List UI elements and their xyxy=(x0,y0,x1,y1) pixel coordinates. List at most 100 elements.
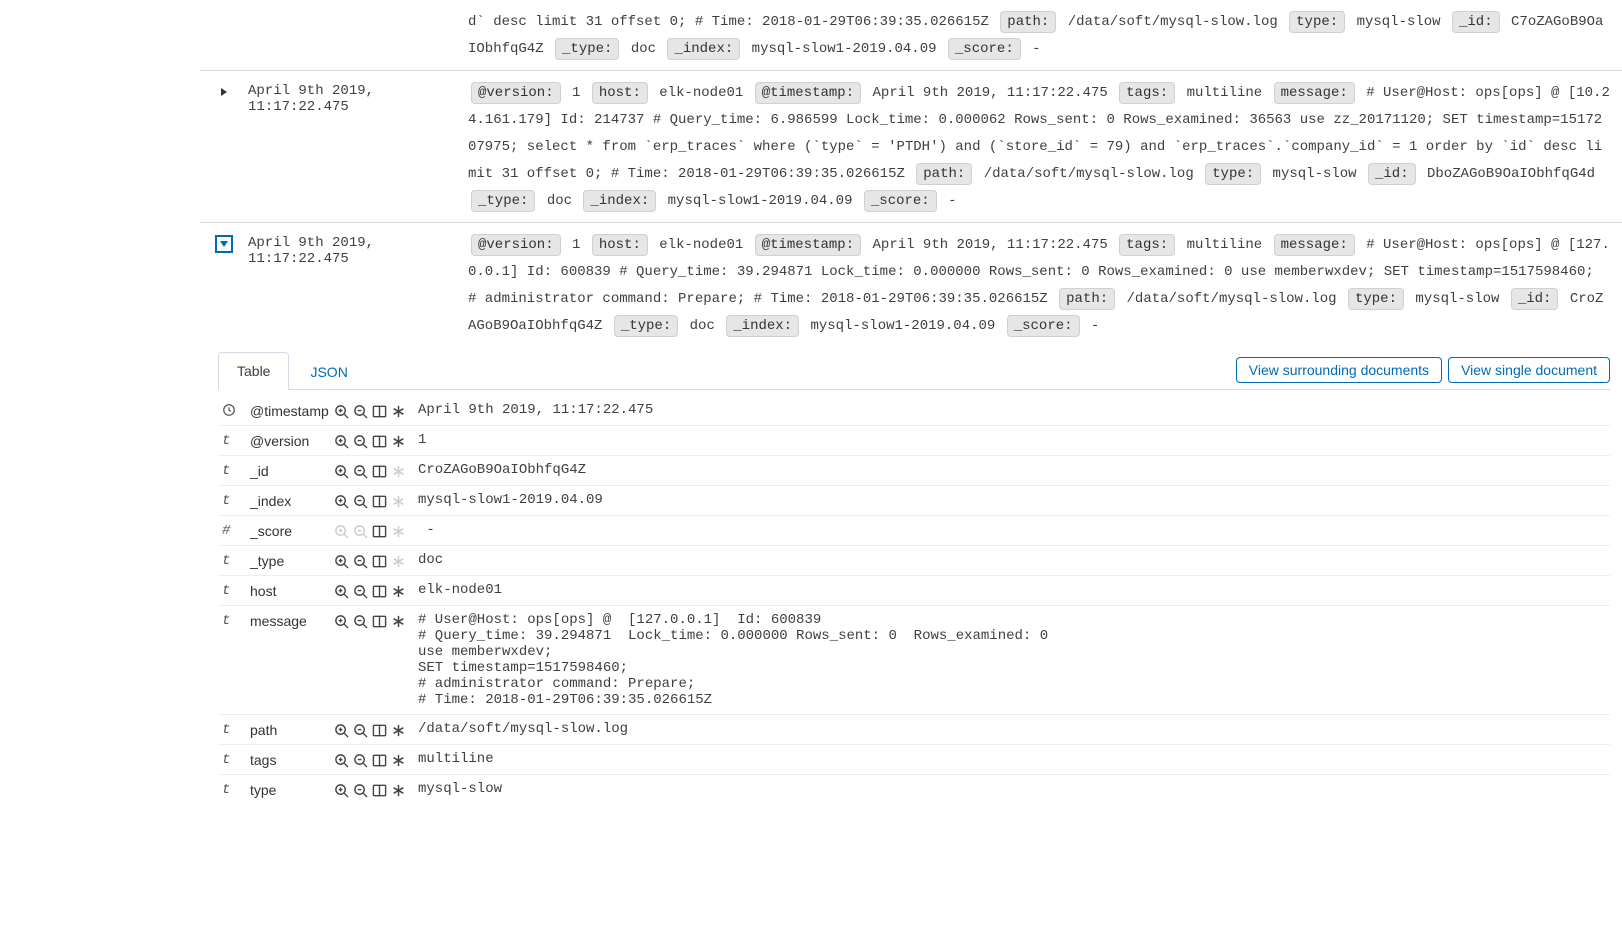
filter-for-value-icon[interactable] xyxy=(334,783,349,798)
source-field-value: 1 xyxy=(564,85,589,101)
document-row: April 9th 2019, 11:17:22.475@version: 1 … xyxy=(200,222,1622,347)
field-actions xyxy=(334,582,418,599)
filter-exists-icon[interactable] xyxy=(391,783,406,798)
field-name: message xyxy=(250,612,334,629)
filter-exists-icon[interactable] xyxy=(391,753,406,768)
source-field-key: tags: xyxy=(1119,82,1175,104)
document-row: April 9th 2019, 11:17:22.475@version: 1 … xyxy=(200,70,1622,222)
field-name: _id xyxy=(250,462,334,479)
source-field-value: April 9th 2019, 11:17:22.475 xyxy=(864,85,1116,101)
filter-out-value-icon[interactable] xyxy=(353,404,368,419)
filter-for-value-icon[interactable] xyxy=(334,494,349,509)
filter-exists-icon[interactable] xyxy=(391,434,406,449)
field-value: mysql-slow xyxy=(418,781,1606,797)
filter-for-value-icon[interactable] xyxy=(334,554,349,569)
filter-exists-icon[interactable] xyxy=(391,723,406,738)
field-value: CroZAGoB9OaIObhfqG4Z xyxy=(418,462,1606,478)
field-name: @timestamp xyxy=(250,402,334,419)
field-actions xyxy=(334,492,418,509)
filter-out-value-icon[interactable] xyxy=(353,554,368,569)
filter-exists-icon[interactable] xyxy=(391,584,406,599)
filter-for-value-icon[interactable] xyxy=(334,434,349,449)
toggle-column-icon[interactable] xyxy=(372,723,387,738)
source-field-value: /data/soft/mysql-slow.log xyxy=(1118,291,1345,307)
filter-exists-icon xyxy=(391,494,406,509)
field-type-icon: t xyxy=(222,462,250,479)
source-field-value: April 9th 2019, 11:17:22.475 xyxy=(864,237,1116,253)
expand-toggle[interactable] xyxy=(215,83,233,101)
field-type-icon: t xyxy=(222,781,250,798)
source-field-value: d` desc limit 31 offset 0; # Time: 2018-… xyxy=(468,14,997,30)
field-type-icon: t xyxy=(222,721,250,738)
source-field-value: /data/soft/mysql-slow.log xyxy=(1059,14,1286,30)
toggle-column-icon[interactable] xyxy=(372,753,387,768)
filter-for-value-icon[interactable] xyxy=(334,614,349,629)
field-row: ttypemysql-slow xyxy=(218,774,1610,804)
source-field-key: _type: xyxy=(555,38,619,60)
filter-for-value-icon xyxy=(334,524,349,539)
collapse-toggle[interactable] xyxy=(215,235,233,253)
filter-out-value-icon[interactable] xyxy=(353,614,368,629)
field-row: t@version1 xyxy=(218,425,1610,455)
source-field-value: - xyxy=(1083,318,1100,334)
field-value: mysql-slow1-2019.04.09 xyxy=(418,492,1606,508)
tab-table[interactable]: Table xyxy=(218,352,289,390)
view-single-document-button[interactable]: View single document xyxy=(1448,357,1610,383)
source-field-value: mysql-slow xyxy=(1348,14,1449,30)
source-field-key: _id: xyxy=(1452,11,1500,33)
field-value: /data/soft/mysql-slow.log xyxy=(418,721,1606,737)
toggle-column-icon[interactable] xyxy=(372,494,387,509)
timestamp-cell: April 9th 2019, 11:17:22.475 xyxy=(248,231,468,339)
filter-out-value-icon[interactable] xyxy=(353,584,368,599)
toggle-column-icon[interactable] xyxy=(372,524,387,539)
toggle-column-icon[interactable] xyxy=(372,434,387,449)
timestamp-cell xyxy=(248,8,468,62)
view-surrounding-documents-button[interactable]: View surrounding documents xyxy=(1236,357,1442,383)
source-field-value: elk-node01 xyxy=(651,85,752,101)
field-type-icon: t xyxy=(222,432,250,449)
filter-for-value-icon[interactable] xyxy=(334,753,349,768)
toggle-column-icon[interactable] xyxy=(372,614,387,629)
source-field-value: elk-node01 xyxy=(651,237,752,253)
source-field-key: message: xyxy=(1274,234,1355,256)
toggle-column-icon[interactable] xyxy=(372,554,387,569)
field-row: t_indexmysql-slow1-2019.04.09 xyxy=(218,485,1610,515)
field-value: 1 xyxy=(418,432,1606,448)
source-field-key: _index: xyxy=(667,38,740,60)
filter-for-value-icon[interactable] xyxy=(334,584,349,599)
filter-out-value-icon[interactable] xyxy=(353,753,368,768)
source-field-key: message: xyxy=(1274,82,1355,104)
filter-for-value-icon[interactable] xyxy=(334,404,349,419)
source-field-key: path: xyxy=(916,163,972,185)
filter-out-value-icon[interactable] xyxy=(353,434,368,449)
filter-out-value-icon[interactable] xyxy=(353,783,368,798)
field-value: elk-node01 xyxy=(418,582,1606,598)
field-name: _type xyxy=(250,552,334,569)
filter-out-value-icon[interactable] xyxy=(353,464,368,479)
source-field-value: mysql-slow1-2019.04.09 xyxy=(743,41,945,57)
source-cell: @version: 1 host: elk-node01 @timestamp:… xyxy=(468,231,1622,339)
filter-exists-icon[interactable] xyxy=(391,404,406,419)
source-field-key: host: xyxy=(592,82,648,104)
tab-json[interactable]: JSON xyxy=(291,353,366,390)
filter-exists-icon[interactable] xyxy=(391,614,406,629)
filter-out-value-icon[interactable] xyxy=(353,494,368,509)
filter-out-value-icon[interactable] xyxy=(353,723,368,738)
filter-for-value-icon[interactable] xyxy=(334,464,349,479)
source-field-value: /data/soft/mysql-slow.log xyxy=(975,166,1202,182)
source-field-value: mysql-slow xyxy=(1407,291,1508,307)
source-field-value: mysql-slow1-2019.04.09 xyxy=(659,193,861,209)
source-field-value: mysql-slow1-2019.04.09 xyxy=(802,318,1004,334)
source-field-key: _id: xyxy=(1511,288,1559,310)
source-field-value: mysql-slow xyxy=(1264,166,1365,182)
field-row: ttagsmultiline xyxy=(218,744,1610,774)
field-type-icon: # xyxy=(222,522,250,539)
toggle-column-icon[interactable] xyxy=(372,783,387,798)
toggle-column-icon[interactable] xyxy=(372,404,387,419)
field-actions xyxy=(334,432,418,449)
toggle-column-icon[interactable] xyxy=(372,464,387,479)
toggle-column-icon[interactable] xyxy=(372,584,387,599)
source-field-key: _score: xyxy=(864,190,937,212)
field-actions xyxy=(334,522,418,539)
filter-for-value-icon[interactable] xyxy=(334,723,349,738)
